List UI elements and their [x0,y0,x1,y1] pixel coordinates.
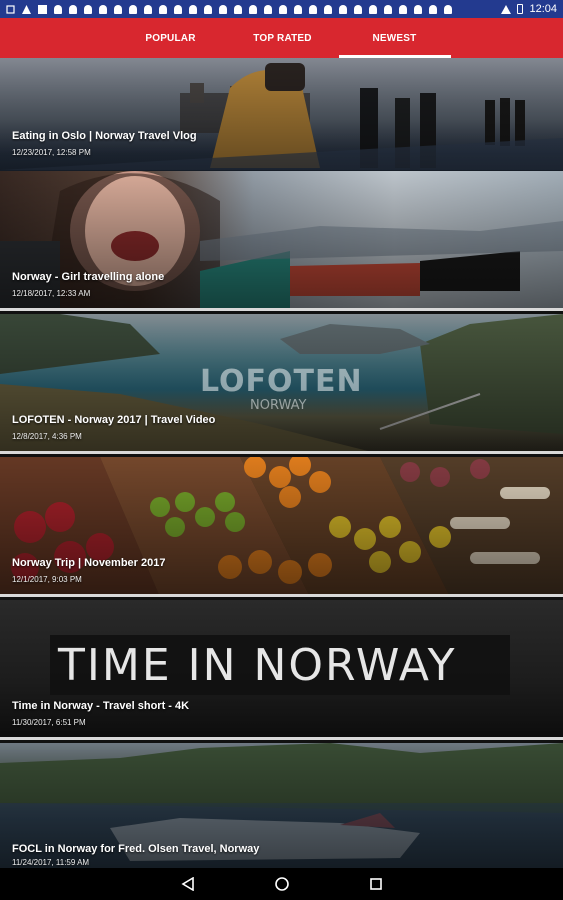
video-date: 12/1/2017, 9:03 PM [12,575,82,584]
bell-icon [414,4,422,14]
tab-popular[interactable]: POPULAR [115,18,227,58]
bell-icon [219,4,227,14]
warning-icon [22,4,31,14]
status-bar: 12:04 [0,0,563,18]
bell-icon [69,4,77,14]
bell-icon [204,4,212,14]
bell-icon [429,4,437,14]
back-icon[interactable] [179,875,197,893]
tab-newest[interactable]: NEWEST [338,18,451,58]
bell-icon [54,4,62,14]
notification-icon [6,4,15,14]
video-title: FOCL in Norway for Fred. Olsen Travel, N… [12,843,260,855]
bell-icon [159,4,167,14]
bell-icon [399,4,407,14]
bell-icon [324,4,332,14]
video-date: 11/30/2017, 6:51 PM [12,718,86,727]
tab-top-rated[interactable]: TOP RATED [227,18,339,58]
bell-icon [249,4,257,14]
thumbnail-overlay-title: LOFOTEN [200,364,363,399]
bell-icon [189,4,197,14]
tabs: POPULAR TOP RATED NEWEST [115,18,451,58]
video-title: Eating in Oslo | Norway Travel Vlog [12,130,197,142]
bell-icon [234,4,242,14]
video-title: Time in Norway - Travel short - 4K [12,700,190,712]
notification-icons [6,4,452,14]
wifi-icon [501,4,512,14]
bell-icon [294,4,302,14]
tab-bar: POPULAR TOP RATED NEWEST [0,18,563,58]
video-list[interactable]: Eating in Oslo | Norway Travel Vlog 12/2… [0,58,563,868]
bell-icon [174,4,182,14]
thumbnail-overlay-title: TIME IN NORWAY [58,640,457,691]
bell-icon [99,4,107,14]
home-icon[interactable] [273,875,291,893]
video-title: LOFOTEN - Norway 2017 | Travel Video [12,414,216,426]
bell-icon [444,4,452,14]
video-date: 12/23/2017, 12:58 PM [12,148,91,157]
bell-icon [309,4,317,14]
video-date: 12/18/2017, 12:33 AM [12,289,91,298]
video-card[interactable]: FOCL in Norway for Fred. Olsen Travel, N… [0,743,563,868]
video-card[interactable]: Norway - Girl travelling alone 12/18/201… [0,171,563,311]
navigation-bar [0,868,563,900]
video-card[interactable]: TIME IN NORWAY Time in Norway - Travel s… [0,600,563,740]
bell-icon [84,4,92,14]
system-status: 12:04 [501,3,557,15]
bell-icon [114,4,122,14]
video-date: 11/24/2017, 11:59 AM [12,858,90,867]
bell-icon [144,4,152,14]
bell-icon [129,4,137,14]
video-card[interactable]: Norway Trip | November 2017 12/1/2017, 9… [0,457,563,597]
bell-icon [279,4,287,14]
thumbnail-overlay-subtitle: NORWAY [250,398,307,413]
bell-icon [369,4,377,14]
video-card[interactable]: LOFOTEN NORWAY LOFOTEN - Norway 2017 | T… [0,314,563,454]
bell-icon [264,4,272,14]
video-title: Norway Trip | November 2017 [12,557,166,569]
bell-icon [384,4,392,14]
clock: 12:04 [529,3,557,15]
video-title: Norway - Girl travelling alone [12,271,165,283]
bell-icon [339,4,347,14]
download-icon [38,4,47,14]
recents-icon[interactable] [367,875,385,893]
video-date: 12/8/2017, 4:36 PM [12,432,82,441]
battery-icon [517,4,524,14]
bell-icon [354,4,362,14]
